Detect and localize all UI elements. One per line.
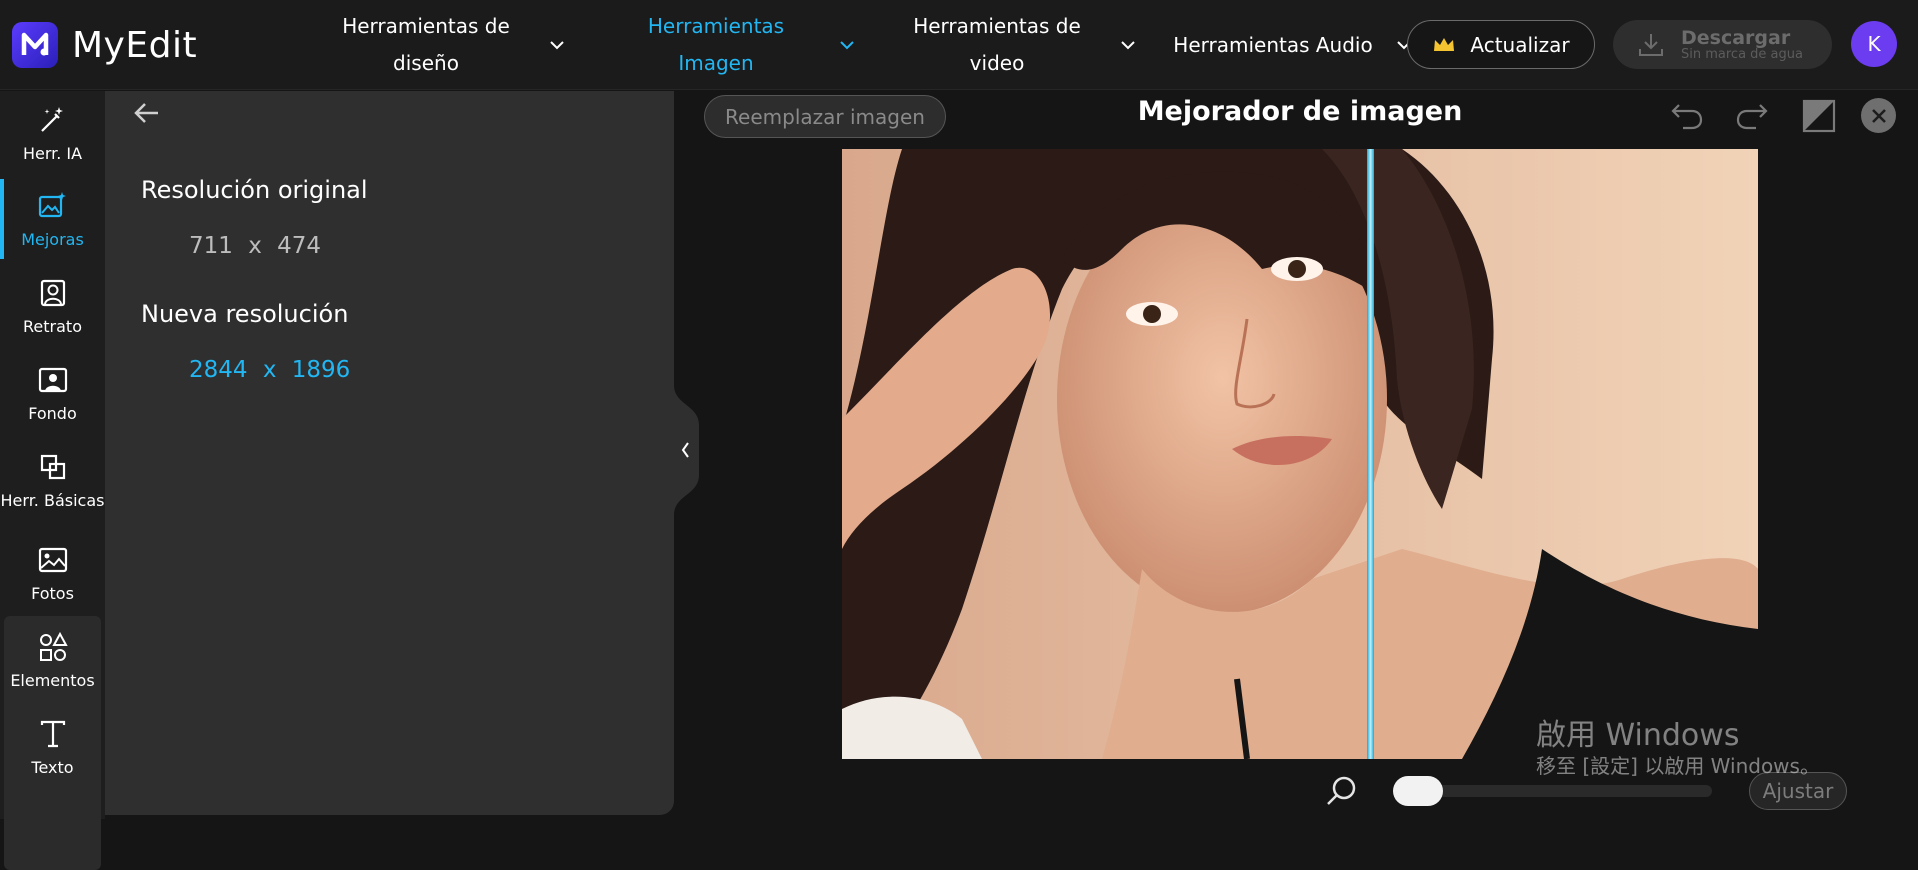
close-icon [1871, 108, 1886, 123]
windows-activation-title: 啟用 Windows [1536, 718, 1740, 753]
nav-image-tools[interactable]: Herramientas Imagen [611, 8, 855, 82]
crop-icon [40, 454, 65, 479]
rail-item-label: Fondo [28, 403, 77, 423]
nav-audio-tools[interactable]: Herramientas Audio [1168, 8, 1412, 82]
workspace-title: Mejorador de imagen [1137, 96, 1463, 127]
nav-video-tools-label: Herramientas de video [913, 14, 1081, 75]
rail-item-label: Texto [31, 757, 74, 777]
rail-item-label: Herr. Básicas [0, 490, 105, 510]
replace-image-button[interactable]: Reemplazar imagen [704, 95, 946, 138]
collapse-panel-tab[interactable] [674, 385, 699, 515]
background-icon [38, 367, 67, 392]
new-resolution-value: 2844 x 1896 [189, 357, 351, 383]
rail-item-label: Mejoras [21, 229, 84, 249]
upgrade-label: Actualizar [1470, 32, 1570, 57]
magic-wand-icon [40, 106, 63, 132]
rail-item-background[interactable]: Fondo [0, 351, 105, 435]
tool-rail: Herr. IA Mejoras Retrato Fondo Herr. Bás… [0, 91, 105, 870]
chevron-down-icon [1121, 41, 1135, 50]
rail-item-ai-tools[interactable]: Herr. IA [0, 91, 105, 175]
logo-mark-icon [12, 22, 58, 68]
download-icon [1639, 33, 1663, 56]
photo-icon [38, 547, 67, 572]
rail-item-elements[interactable]: Elementos [0, 618, 105, 702]
windows-activation-subtitle: 移至 [設定] 以啟用 Windows。 [1536, 754, 1820, 778]
app-name: MyEdit [72, 24, 198, 66]
original-resolution-value: 711 x 474 [189, 233, 322, 259]
app-logo[interactable]: MyEdit [12, 22, 197, 68]
rail-item-text[interactable]: Texto [0, 705, 105, 789]
rail-item-label: Retrato [23, 316, 82, 336]
download-label: Descargar [1681, 26, 1791, 49]
new-resolution-title: Nueva resolución [141, 300, 349, 328]
compare-icon[interactable] [1800, 97, 1838, 135]
back-arrow-icon[interactable] [130, 96, 164, 130]
chevron-down-icon [840, 41, 854, 50]
rail-item-basic-tools[interactable]: Herr. Básicas [0, 438, 105, 522]
top-navigation-bar: MyEdit Herramientas de diseño Herramient… [0, 0, 1918, 90]
rail-item-label: Elementos [10, 670, 95, 690]
enhance-image-icon [38, 191, 66, 217]
rail-item-label: Fotos [31, 583, 74, 603]
download-sublabel: Sin marca de agua [1681, 46, 1803, 62]
nav-design-tools-label: Herramientas de diseño [342, 14, 510, 75]
rail-item-photos[interactable]: Fotos [0, 531, 105, 615]
nav-image-tools-label: Herramientas Imagen [647, 14, 785, 75]
zoom-slider-thumb[interactable] [1393, 776, 1443, 806]
rail-item-label: Herr. IA [22, 143, 83, 163]
redo-icon[interactable] [1733, 97, 1771, 135]
download-button[interactable]: Descargar Sin marca de agua [1613, 20, 1832, 69]
upgrade-button[interactable]: Actualizar [1407, 20, 1595, 69]
elements-icon [39, 631, 68, 661]
nav-video-tools[interactable]: Herramientas de video [892, 8, 1136, 82]
crown-icon [1434, 37, 1455, 51]
image-preview[interactable] [842, 149, 1758, 759]
zoom-icon[interactable] [1324, 773, 1360, 809]
nav-design-tools[interactable]: Herramientas de diseño [321, 8, 565, 82]
undo-icon[interactable] [1668, 97, 1706, 135]
text-icon [40, 720, 65, 747]
original-resolution-title: Resolución original [141, 176, 368, 204]
rail-item-portrait[interactable]: Retrato [0, 264, 105, 348]
close-button[interactable] [1861, 98, 1896, 133]
portrait-photo [842, 149, 1758, 759]
nav-audio-tools-label: Herramientas Audio [1173, 32, 1373, 57]
rail-item-enhancements[interactable]: Mejoras [0, 177, 105, 261]
chevron-down-icon [550, 41, 564, 50]
portrait-icon [40, 279, 65, 306]
before-after-divider[interactable] [1367, 149, 1374, 759]
user-avatar[interactable]: K [1851, 21, 1897, 67]
